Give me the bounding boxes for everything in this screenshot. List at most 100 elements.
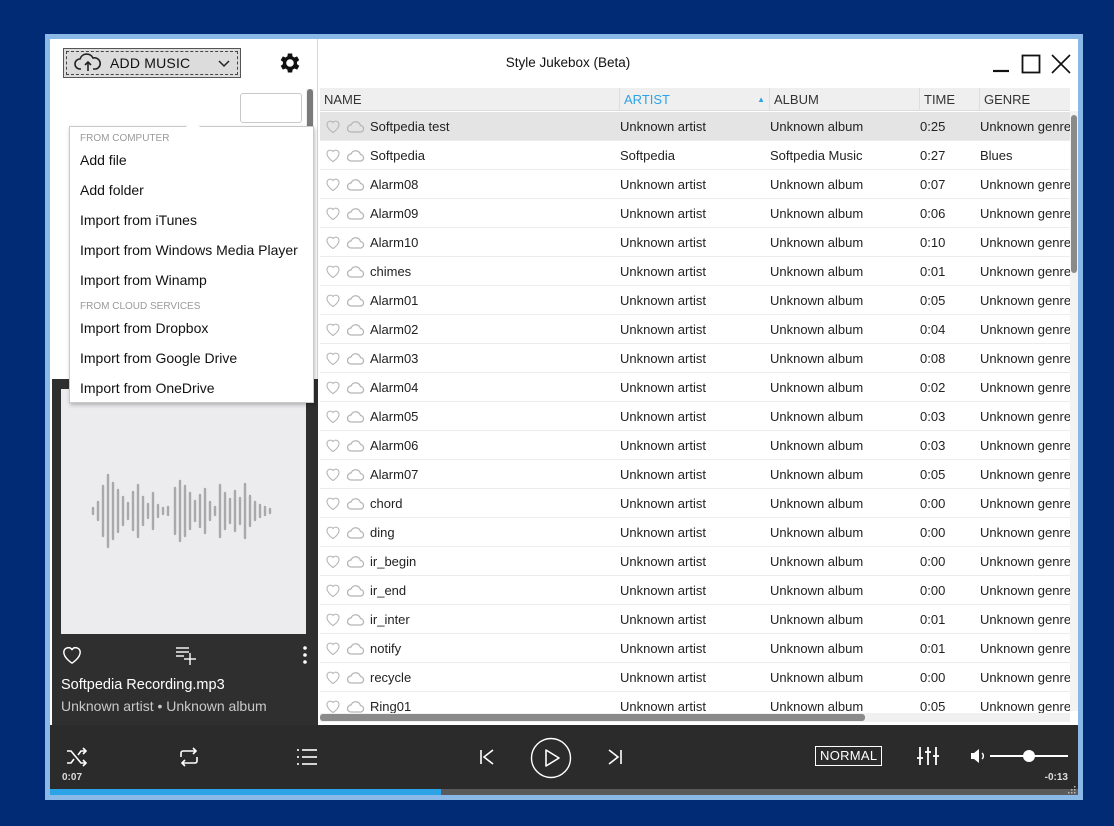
cloud-icon (346, 237, 365, 252)
repeat-icon[interactable] (178, 746, 200, 773)
heart-icon[interactable] (325, 583, 341, 601)
add-music-button[interactable]: ADD MUSIC (63, 48, 241, 78)
heart-icon[interactable] (325, 670, 341, 688)
cell-name: Alarm07 (370, 466, 419, 482)
now-playing-card: Softpedia Recording.mp3 Unknown artist •… (52, 379, 318, 725)
menu-item-import-wmp[interactable]: Import from Windows Media Player (80, 242, 298, 258)
heart-icon[interactable] (325, 554, 341, 572)
resize-grip-icon[interactable] (1066, 783, 1076, 794)
table-vertical-scrollbar[interactable] (1070, 111, 1078, 711)
heart-icon[interactable] (325, 322, 341, 340)
add-to-queue-icon[interactable] (175, 645, 197, 672)
menu-item-import-winamp[interactable]: Import from Winamp (80, 272, 207, 288)
search-input[interactable] (240, 93, 302, 123)
column-header-name[interactable]: NAME (320, 88, 620, 111)
table-row[interactable]: Ring01 Unknown artist Unknown album 0:05 Unk… (320, 692, 1070, 713)
heart-icon[interactable] (325, 525, 341, 543)
waveform-icon (91, 473, 272, 549)
cell-album: Unknown album (770, 408, 864, 424)
heart-icon[interactable] (325, 351, 341, 369)
play-button[interactable] (530, 737, 572, 784)
close-icon[interactable] (1048, 51, 1074, 77)
column-header-album[interactable]: ALBUM (770, 88, 920, 111)
heart-icon[interactable] (325, 264, 341, 282)
table-row[interactable]: Alarm01 Unknown artist Unknown album 0:05 Un… (320, 286, 1070, 315)
table-row[interactable]: chimes Unknown artist Unknown album 0:01 Unk… (320, 257, 1070, 286)
table-row[interactable]: Alarm08 Unknown artist Unknown album 0:07 Un… (320, 170, 1070, 199)
cell-time: 0:00 (920, 582, 946, 598)
table-row[interactable]: Alarm03 Unknown artist Unknown album 0:08 Un… (320, 344, 1070, 373)
column-header-time[interactable]: TIME (920, 88, 980, 111)
menu-item-add-file[interactable]: Add file (80, 152, 127, 168)
next-icon[interactable] (606, 747, 624, 772)
equalizer-icon[interactable] (916, 745, 940, 772)
table-row[interactable]: ir_inter Unknown artist Unknown album 0:01 U… (320, 605, 1070, 634)
menu-item-add-folder[interactable]: Add folder (80, 182, 144, 198)
cell-genre: Unknown genre (980, 205, 1070, 221)
cell-genre: Unknown genre (980, 350, 1070, 366)
table-row[interactable]: Alarm02 Unknown artist Unknown album 0:04 Un… (320, 315, 1070, 344)
table-row[interactable]: ir_end Unknown artist Unknown album 0:00 Unk… (320, 576, 1070, 605)
table-row[interactable]: Alarm06 Unknown artist Unknown album 0:03 Un… (320, 431, 1070, 460)
app-window-inner: ADD MUSIC Softpedia Recording.mp3 Unknow… (50, 39, 1078, 795)
table-row[interactable]: ir_begin Unknown artist Unknown album 0:00 U… (320, 547, 1070, 576)
previous-icon[interactable] (478, 747, 496, 772)
cell-artist: Unknown artist (620, 118, 706, 134)
table-row[interactable]: recycle Unknown artist Unknown album 0:00 Un… (320, 663, 1070, 692)
menu-item-import-itunes[interactable]: Import from iTunes (80, 212, 197, 228)
menu-item-import-google-drive[interactable]: Import from Google Drive (80, 350, 237, 366)
shuffle-icon[interactable] (66, 747, 88, 772)
cloud-icon (346, 440, 365, 455)
heart-icon[interactable] (325, 380, 341, 398)
cell-genre: Unknown genre (980, 263, 1070, 279)
gear-icon[interactable] (277, 50, 303, 76)
heart-icon[interactable] (325, 409, 341, 427)
heart-icon[interactable] (325, 496, 341, 514)
table-row[interactable]: Alarm07 Unknown artist Unknown album 0:05 Un… (320, 460, 1070, 489)
table-row[interactable]: Alarm04 Unknown artist Unknown album 0:02 Un… (320, 373, 1070, 402)
cell-name: recycle (370, 669, 412, 685)
heart-icon[interactable] (325, 641, 341, 659)
table-row[interactable]: ding Unknown artist Unknown album 0:00 Unkno… (320, 518, 1070, 547)
table-row[interactable]: Alarm05 Unknown artist Unknown album 0:03 Un… (320, 402, 1070, 431)
playback-mode-button[interactable]: NORMAL (815, 746, 883, 766)
menu-item-import-dropbox[interactable]: Import from Dropbox (80, 320, 208, 336)
heart-icon[interactable] (325, 699, 341, 713)
cell-album: Unknown album (770, 176, 864, 192)
heart-icon[interactable] (325, 235, 341, 253)
scrollbar-thumb[interactable] (1071, 115, 1077, 273)
heart-icon[interactable] (325, 612, 341, 630)
playback-progress-bar[interactable] (50, 789, 1078, 795)
heart-icon[interactable] (325, 206, 341, 224)
scrollbar-thumb[interactable] (320, 714, 865, 721)
table-horizontal-scrollbar[interactable] (320, 713, 1070, 722)
more-icon[interactable] (302, 645, 308, 670)
heart-icon[interactable] (325, 177, 341, 195)
cell-artist: Unknown artist (620, 205, 706, 221)
column-header-genre[interactable]: GENRE (980, 88, 1070, 111)
heart-icon[interactable] (325, 148, 341, 166)
cloud-icon (346, 672, 365, 687)
cell-album: Unknown album (770, 611, 864, 627)
table-row[interactable]: notify Unknown artist Unknown album 0:01 Unk… (320, 634, 1070, 663)
volume-icon[interactable] (970, 748, 988, 769)
column-header-artist[interactable]: ARTIST ▲ (620, 88, 770, 111)
maximize-icon[interactable] (1018, 51, 1044, 77)
remaining-time: -0:13 (1044, 772, 1068, 783)
table-row[interactable]: Softpedia test Unknown artist Unknown albu… (320, 112, 1070, 141)
heart-icon[interactable] (61, 645, 83, 670)
minimize-icon[interactable] (988, 51, 1014, 77)
heart-icon[interactable] (325, 467, 341, 485)
cell-album: Unknown album (770, 640, 864, 656)
table-row[interactable]: Alarm09 Unknown artist Unknown album 0:06 Un… (320, 199, 1070, 228)
cell-name: Alarm08 (370, 176, 419, 192)
heart-icon[interactable] (325, 119, 341, 137)
table-row[interactable]: chord Unknown artist Unknown album 0:00 Unkn… (320, 489, 1070, 518)
table-row[interactable]: Softpedia Softpedia Softpedia Music 0:27 Blu… (320, 141, 1070, 170)
menu-item-import-onedrive[interactable]: Import from OneDrive (80, 380, 215, 396)
playlist-icon[interactable] (296, 747, 318, 772)
table-row[interactable]: Alarm10 Unknown artist Unknown album 0:10 Un… (320, 228, 1070, 257)
heart-icon[interactable] (325, 438, 341, 456)
volume-slider-handle[interactable] (1023, 750, 1035, 762)
heart-icon[interactable] (325, 293, 341, 311)
